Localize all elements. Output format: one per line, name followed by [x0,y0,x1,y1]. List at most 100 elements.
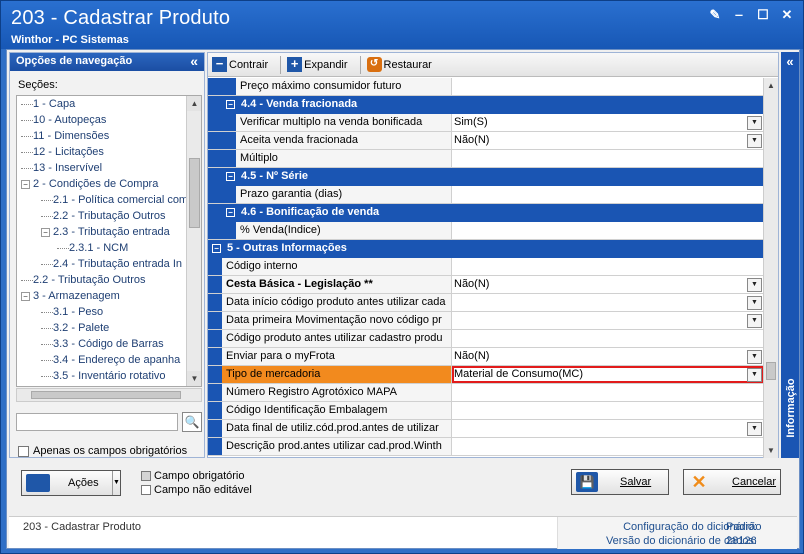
close-icon[interactable]: ✕ [779,7,795,23]
actions-button[interactable]: Ações ▼ [21,470,121,496]
field-input[interactable] [452,330,764,347]
field-select[interactable]: ▼ [452,420,764,437]
grid-field-row[interactable]: Código interno [208,258,764,276]
checkbox-box[interactable] [18,445,29,457]
tree-item[interactable]: 12 - Licitações [17,144,187,160]
field-select[interactable]: Não(N) ▼ [452,348,764,365]
grid-field-row[interactable]: Data primeira Movimentação novo código p… [208,312,764,330]
collapse-node-icon[interactable]: − [21,291,30,301]
field-input[interactable] [452,402,764,419]
scroll-down-icon[interactable]: ▼ [764,443,778,458]
hscroll-thumb[interactable] [31,391,181,399]
scroll-thumb[interactable] [766,362,776,380]
grid-section-header[interactable]: −5 - Outras Informações [208,240,764,258]
grid-vertical-scrollbar[interactable]: ▲ ▼ [763,78,778,458]
scroll-up-icon[interactable]: ▲ [187,96,201,111]
grid-field-row[interactable]: Tipo de mercadoria Material de Consumo(MC… [208,366,764,384]
field-select[interactable]: Não(N) ▼ [452,276,764,293]
edit-icon[interactable]: ✎ [707,7,723,23]
tree-item[interactable]: 10 - Autopeças [17,112,187,128]
tree-item[interactable]: 1 - Capa [17,96,187,112]
magnifier-icon[interactable]: 🔍 [182,412,202,432]
section-search-input[interactable] [16,413,178,431]
field-input[interactable] [452,222,764,239]
tree-item[interactable]: 2.2 - Tributação Outros [17,272,187,288]
chevron-down-icon[interactable]: ▼ [747,368,762,382]
scroll-down-icon[interactable]: ▼ [187,371,201,386]
tree-item[interactable]: 3.5 - Inventário rotativo [17,368,187,384]
tree-item[interactable]: 2.4 - Tributação entrada In [17,256,187,272]
grid-field-row[interactable]: Descrição prod.antes utilizar cad.prod.W… [208,438,764,456]
restore-button[interactable]: ↺ Restaurar [366,57,432,72]
tree-item[interactable]: −2.3 - Tributação entrada [17,224,187,240]
grid-section-header[interactable]: −4.4 - Venda fracionada [208,96,764,114]
chevron-down-icon[interactable]: ▼ [747,134,762,148]
collapse-section-icon[interactable]: − [226,172,235,181]
grid-section-header[interactable]: −4.6 - Bonificação de venda [208,204,764,222]
grid-field-row[interactable]: Enviar para o myFrota Não(N) ▼ [208,348,764,366]
tree-item[interactable]: −3 - Armazenagem [17,288,187,304]
expand-button[interactable]: + Expandir [287,57,348,72]
save-button[interactable]: 💾 Salvar [571,469,669,495]
tree-vertical-scrollbar[interactable]: ▲ ▼ [186,96,201,386]
chevron-down-icon[interactable]: ▼ [747,314,762,328]
grid-field-row[interactable]: Data final de utiliz.cód.prod.antes de u… [208,420,764,438]
info-side-tab[interactable]: « Informação [781,52,799,458]
tree-item[interactable]: 13 - Inservível [17,160,187,176]
collapse-node-icon[interactable]: − [41,227,50,237]
contract-button[interactable]: − Contrair [212,57,268,72]
collapse-section-icon[interactable]: − [226,208,235,217]
collapse-section-icon[interactable]: − [212,244,221,253]
grid-field-row[interactable]: Aceita venda fracionada Não(N) ▼ [208,132,764,150]
tree-item[interactable]: 2.1 - Política comercial comp [17,192,187,208]
grid-field-row[interactable]: Data início código produto antes utiliza… [208,294,764,312]
tree-horizontal-scrollbar[interactable] [16,388,202,402]
chevron-down-icon[interactable]: ▼ [747,116,762,130]
maximize-icon[interactable]: ☐ [755,7,771,23]
chevron-down-icon[interactable]: ▼ [747,278,762,292]
chevron-down-icon[interactable]: ▼ [747,422,762,436]
grid-field-row[interactable]: Múltiplo [208,150,764,168]
field-select[interactable]: Sim(S) ▼ [452,114,764,131]
grid-section-header[interactable]: −4.5 - Nº Série [208,168,764,186]
chevron-down-icon[interactable]: ▼ [747,296,762,310]
scroll-up-icon[interactable]: ▲ [764,78,778,93]
chevron-down-icon[interactable]: ▼ [112,471,120,495]
required-only-checkbox[interactable]: Apenas os campos obrigatórios [18,445,187,457]
tree-item[interactable]: 3.1 - Peso [17,304,187,320]
grid-field-row[interactable]: % Venda(Indice) [208,222,764,240]
grid-field-row[interactable]: Cesta Básica - Legislação ** Não(N) ▼ [208,276,764,294]
field-input[interactable] [452,186,764,203]
tree-item[interactable]: 2.3.1 - NCM [17,240,187,256]
field-input[interactable] [452,258,764,275]
field-select[interactable]: Não(N) ▼ [452,132,764,149]
field-select[interactable]: Material de Consumo(MC) ▼ [452,366,764,383]
tree-item[interactable]: 3.3 - Código de Barras [17,336,187,352]
collapse-info-icon[interactable]: « [781,54,799,69]
field-select[interactable]: ▼ [452,294,764,311]
tree-item[interactable]: 3.2 - Palete [17,320,187,336]
grid-field-row[interactable]: Preço máximo consumidor futuro [208,78,764,96]
grid-field-row[interactable]: Número Registro Agrotóxico MAPA [208,384,764,402]
collapse-section-icon[interactable]: − [226,100,235,109]
tree-item[interactable]: −2 - Condições de Compra [17,176,187,192]
tree-item[interactable]: 11 - Dimensões [17,128,187,144]
field-input[interactable] [452,150,764,167]
tree-item[interactable]: 2.2 - Tributação Outros [17,208,187,224]
field-input[interactable] [452,384,764,401]
field-input[interactable] [452,438,764,455]
grid-field-row[interactable]: Verificar multiplo na venda bonificada Si… [208,114,764,132]
cancel-button[interactable]: ✕ Cancelar [683,469,781,495]
field-select[interactable]: ▼ [452,312,764,329]
tree-item[interactable]: 3.4 - Endereço de apanha [17,352,187,368]
grid-field-row[interactable]: Prazo garantia (dias) [208,186,764,204]
sections-tree[interactable]: 1 - Capa 10 - Autopeças 11 - Dimensões 12 -… [16,95,202,387]
collapse-node-icon[interactable]: − [21,179,30,189]
chevron-down-icon[interactable]: ▼ [747,350,762,364]
scroll-thumb[interactable] [189,158,200,228]
grid-field-row[interactable]: Código produto antes utilizar cadastro p… [208,330,764,348]
minimize-icon[interactable]: ‒ [731,7,747,23]
collapse-nav-icon[interactable]: « [190,53,198,69]
field-input[interactable] [452,78,764,95]
grid-field-row[interactable]: Código Identificação Embalagem [208,402,764,420]
